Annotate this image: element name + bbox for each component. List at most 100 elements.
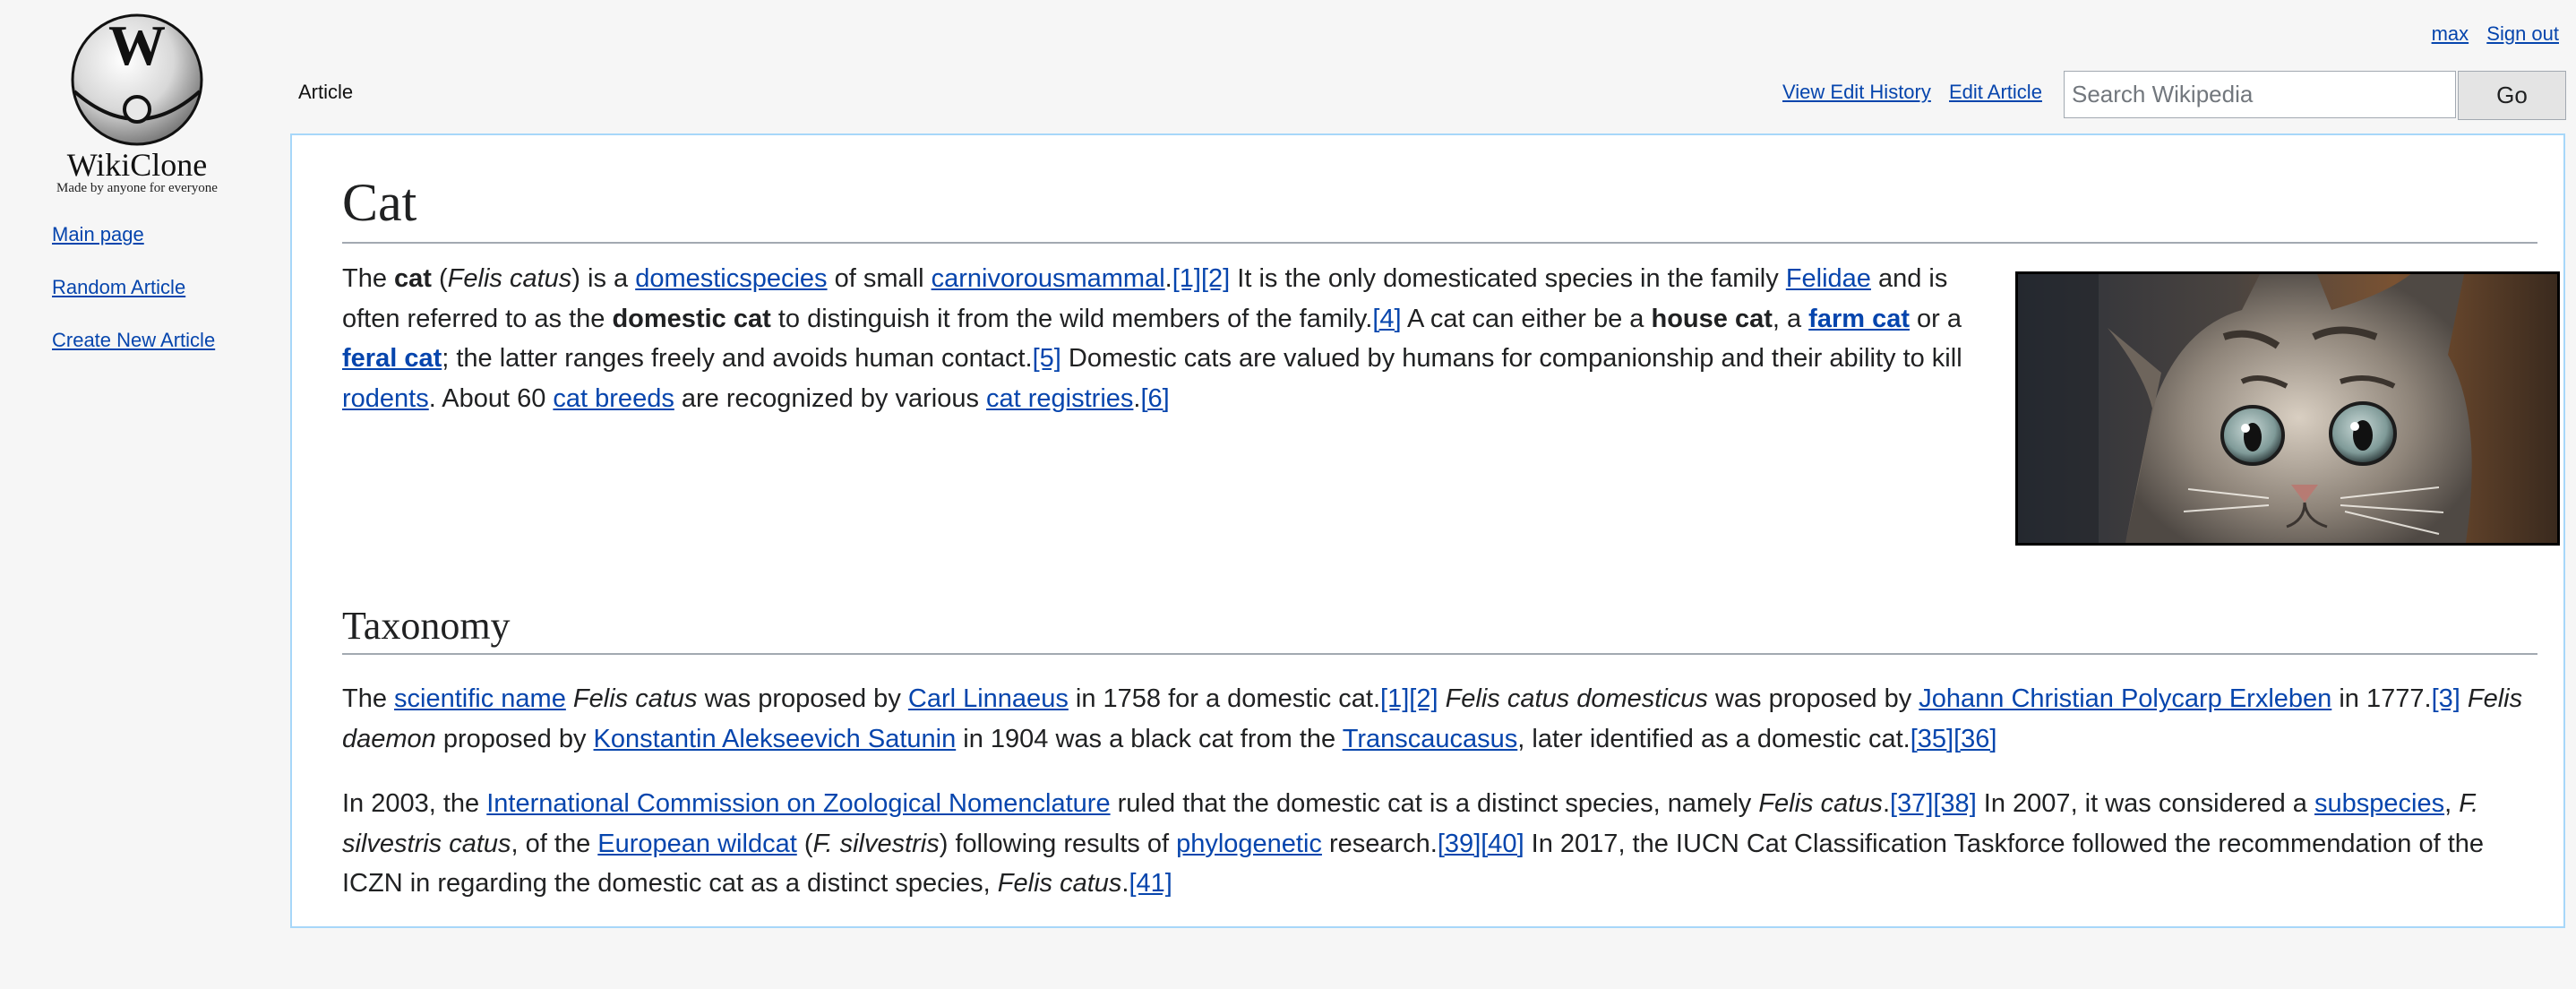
reference-link[interactable]: [37] xyxy=(1890,789,1933,818)
sidebar-item-main-page[interactable]: Main page xyxy=(52,224,215,245)
reference-link[interactable]: [3] xyxy=(2432,684,2460,713)
reference-link[interactable]: [39] xyxy=(1438,830,1481,858)
italic-text: Felis catus xyxy=(572,684,698,713)
text-run: of small xyxy=(827,264,932,293)
section-paragraph: In 2003, the International Commission on… xyxy=(342,759,2537,904)
tab-article[interactable]: Article xyxy=(298,81,353,104)
page-actions: View Edit History Edit Article xyxy=(1782,81,2055,104)
go-button[interactable]: Go xyxy=(2458,71,2566,120)
text-run: . xyxy=(1882,789,1890,818)
username-link[interactable]: max xyxy=(2432,22,2469,45)
text-run: In 2007, it was considered a xyxy=(1976,789,2314,818)
bold-text: house cat xyxy=(1651,304,1773,333)
text-run: The xyxy=(342,684,395,713)
site-logo[interactable]: W WikiClone Made by anyone for everyone xyxy=(34,13,240,195)
article-link[interactable]: phylogenetic xyxy=(1176,830,1322,858)
text-run: in 1904 was a black cat from the xyxy=(956,724,1343,753)
reference-link[interactable]: [4] xyxy=(1372,305,1401,333)
text-run xyxy=(2460,684,2468,713)
text-run: in 1777. xyxy=(2331,684,2432,713)
view-edit-history-link[interactable]: View Edit History xyxy=(1782,81,1931,103)
article-link[interactable]: Johann Christian Polycarp Erxleben xyxy=(1919,684,2331,713)
article-link[interactable]: cat registries xyxy=(986,384,1133,413)
text-run: The xyxy=(342,264,395,293)
article-link[interactable]: rodents xyxy=(342,384,429,413)
logo-title: WikiClone xyxy=(66,147,208,183)
article-link[interactable]: domesticspecies xyxy=(635,264,827,293)
text-run: ) following results of xyxy=(939,829,1177,858)
sidebar-navigation: Main page Random Article Create New Arti… xyxy=(52,224,215,383)
text-run: , of the xyxy=(511,829,598,858)
article-link[interactable]: Konstantin Alekseevich Satunin xyxy=(594,725,957,753)
logo-glyph: W xyxy=(108,13,166,77)
text-run: was proposed by xyxy=(697,684,908,713)
reference-link[interactable]: [2] xyxy=(1201,264,1230,293)
text-run: proposed by xyxy=(435,724,594,753)
sidebar-item-random-article[interactable]: Random Article xyxy=(52,277,215,298)
sign-out-link[interactable]: Sign out xyxy=(2486,22,2559,45)
article-link[interactable]: cat breeds xyxy=(553,384,674,413)
italic-text: Felis catus xyxy=(1758,789,1883,818)
text-run: . About 60 xyxy=(428,383,554,413)
edit-article-link[interactable]: Edit Article xyxy=(1949,81,2042,103)
text-run xyxy=(1438,684,1446,713)
sidebar-item-create-new-article[interactable]: Create New Article xyxy=(52,330,215,351)
page-title: Cat xyxy=(342,171,2537,244)
text-run: ruled that the domestic cat is a distinc… xyxy=(1110,789,1759,818)
article-link[interactable]: feral cat xyxy=(342,344,442,373)
text-run: In 2003, the xyxy=(342,789,487,818)
text-run: ( xyxy=(431,264,448,293)
text-run: A cat can either be a xyxy=(1401,304,1652,333)
text-run: . xyxy=(1164,264,1172,293)
text-run: ( xyxy=(796,829,813,858)
article-content: Cat The cat (Felis catus) is a domestics… xyxy=(290,133,2565,928)
text-run: It is the only domesticated species in t… xyxy=(1230,264,1786,293)
article-image[interactable] xyxy=(2015,271,2560,546)
reference-link[interactable]: [1] xyxy=(1380,684,1409,713)
text-run: , xyxy=(2444,789,2460,818)
reference-link[interactable]: [36] xyxy=(1953,725,1996,753)
italic-text: F. silvestris xyxy=(812,829,940,858)
reference-link[interactable]: [38] xyxy=(1933,789,1976,818)
italic-text: Felis catus xyxy=(447,264,572,293)
text-run: ; the latter ranges freely and avoids hu… xyxy=(442,344,1033,373)
text-run: to distinguish it from the wild members … xyxy=(770,304,1373,333)
kitten-photo-image xyxy=(2018,274,2557,543)
reference-link[interactable]: [5] xyxy=(1033,344,1061,373)
section-paragraph: The scientific name Felis catus was prop… xyxy=(342,655,2537,759)
article-link[interactable]: Transcaucasus xyxy=(1343,725,1518,753)
article-link[interactable]: International Commission on Zoological N… xyxy=(486,789,1110,818)
section-heading-taxonomy: Taxonomy xyxy=(342,558,2537,655)
bold-text: cat xyxy=(394,264,432,293)
article-link[interactable]: Felidae xyxy=(1786,264,1871,293)
personal-tools: max Sign out xyxy=(2419,22,2559,46)
text-run xyxy=(566,684,573,713)
reference-link[interactable]: [41] xyxy=(1129,869,1172,898)
globe-logo-icon: W xyxy=(71,13,203,146)
reference-link[interactable]: [2] xyxy=(1409,684,1438,713)
article-link[interactable]: subspecies xyxy=(2314,789,2444,818)
article-link[interactable]: carnivorousmammal xyxy=(932,264,1165,293)
text-run: research. xyxy=(1321,829,1438,858)
text-run: , later identified as a domestic cat. xyxy=(1517,724,1911,753)
text-run: Domestic cats are valued by humans for c… xyxy=(1060,344,1962,373)
italic-text: Felis catus domesticus xyxy=(1445,684,1708,713)
logo-tagline: Made by anyone for everyone xyxy=(56,181,218,195)
reference-link[interactable]: [35] xyxy=(1911,725,1953,753)
text-run: ) is a xyxy=(571,264,636,293)
article-link[interactable]: Carl Linnaeus xyxy=(908,684,1069,713)
bold-text: domestic cat xyxy=(612,304,771,333)
reference-link[interactable]: [6] xyxy=(1140,384,1169,413)
reference-link[interactable]: [40] xyxy=(1481,830,1524,858)
search-input[interactable] xyxy=(2064,71,2456,118)
article-link[interactable]: European wildcat xyxy=(597,830,796,858)
text-run: or a xyxy=(1910,304,1962,333)
text-run: , a xyxy=(1772,304,1809,333)
reference-link[interactable]: [1] xyxy=(1172,264,1201,293)
italic-text: Felis catus xyxy=(997,869,1122,898)
article-link[interactable]: scientific name xyxy=(394,684,566,713)
text-run: are recognized by various xyxy=(674,383,987,413)
text-run: in 1758 for a domestic cat. xyxy=(1068,684,1381,713)
article-link[interactable]: farm cat xyxy=(1808,305,1910,333)
text-run: was proposed by xyxy=(1707,684,1919,713)
